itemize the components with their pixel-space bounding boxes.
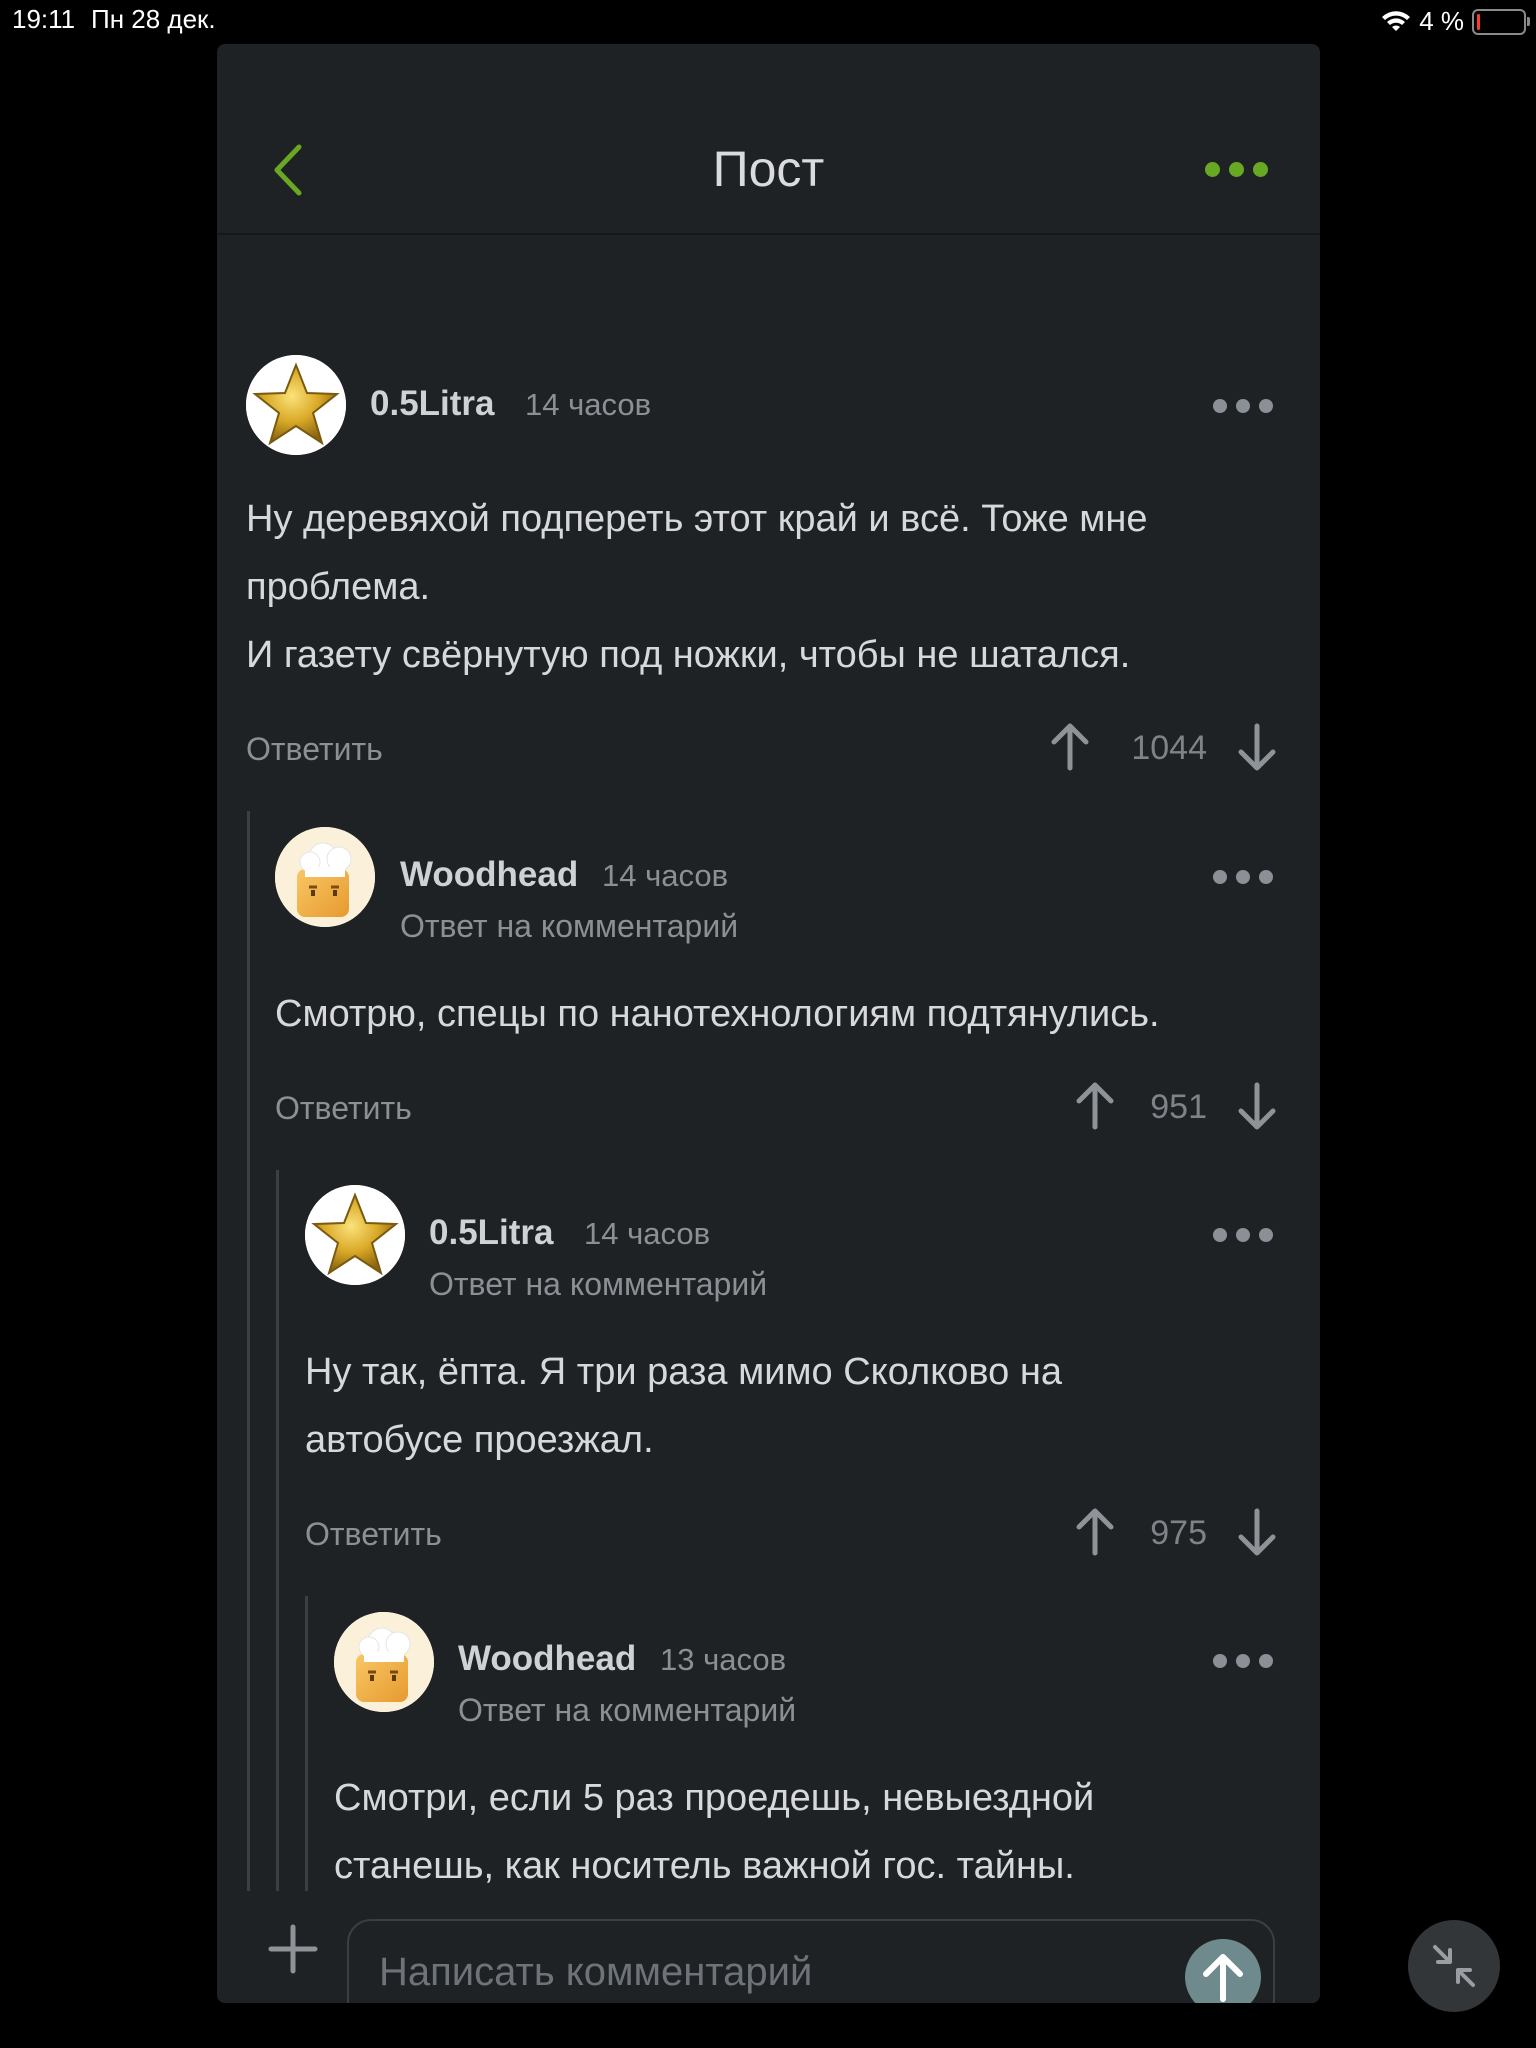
- comment-time: 14 часов: [525, 387, 652, 422]
- minimize-arrows-icon: [1433, 1945, 1475, 1987]
- post-panel: Пост 0.5Litra 14 часов Ну деревяхой подп…: [217, 44, 1320, 2003]
- arrow-up-icon: [1051, 723, 1089, 771]
- battery-percent: 4 %: [1419, 6, 1464, 36]
- minimize-button[interactable]: [1408, 1920, 1500, 2012]
- thread-line-1: [247, 811, 250, 1891]
- chef-avatar-icon: [334, 1612, 434, 1712]
- attach-button[interactable]: [267, 1923, 319, 1980]
- arrow-down-icon: [1238, 1082, 1276, 1130]
- status-bar: 19:11 Пн 28 дек. 4 %: [0, 0, 1536, 40]
- comment-input[interactable]: [377, 1921, 1161, 2003]
- more-options-button[interactable]: [1205, 162, 1268, 177]
- comment-time: 14 часов: [584, 1216, 711, 1251]
- comment-author[interactable]: 0.5Litra: [429, 1213, 554, 1253]
- reply-button[interactable]: Ответить: [275, 1090, 412, 1127]
- arrow-down-icon: [1238, 723, 1276, 771]
- arrow-down-icon: [1238, 1508, 1276, 1556]
- downvote-button[interactable]: [1237, 723, 1277, 778]
- send-button[interactable]: [1185, 1939, 1261, 2003]
- avatar[interactable]: [246, 355, 346, 455]
- arrow-up-icon: [1203, 1954, 1243, 2002]
- vote-score: 951: [1150, 1088, 1207, 1126]
- comment-input-box[interactable]: [347, 1919, 1275, 2003]
- header: Пост: [217, 44, 1320, 235]
- comment-more-button[interactable]: [1213, 399, 1273, 413]
- comment-time: 13 часов: [660, 1642, 787, 1677]
- comment-author[interactable]: Woodhead: [458, 1639, 636, 1679]
- reply-button[interactable]: Ответить: [305, 1516, 442, 1553]
- avatar[interactable]: [305, 1185, 405, 1285]
- downvote-button[interactable]: [1237, 1082, 1277, 1137]
- reply-button[interactable]: Ответить: [246, 731, 383, 768]
- comment-composer: [217, 1891, 1320, 2003]
- thread-line-2: [276, 1170, 279, 1891]
- plus-icon: [268, 1924, 318, 1974]
- wifi-icon: [1382, 10, 1411, 31]
- comment-text: Ну деревяхой подпереть этот край и всё. …: [246, 498, 1148, 676]
- comment-author[interactable]: Woodhead: [400, 855, 578, 895]
- downvote-button[interactable]: [1237, 1508, 1277, 1563]
- comment-text: Ну так, ёпта. Я три раза мимо Сколково н…: [305, 1351, 1062, 1461]
- chef-avatar-icon: [275, 827, 375, 927]
- vote-score: 975: [1150, 1514, 1207, 1552]
- comment-time: 14 часов: [602, 858, 729, 893]
- reply-to-label: Ответ на комментарий: [458, 1692, 797, 1728]
- avatar[interactable]: [275, 827, 375, 927]
- comment-text: Смотри, если 5 раз проедешь, невыездной …: [334, 1777, 1095, 1887]
- comment-more-button[interactable]: [1213, 1654, 1273, 1668]
- star-avatar-icon: [305, 1185, 405, 1285]
- reply-to-label: Ответ на комментарий: [429, 1266, 768, 1302]
- comment-more-button[interactable]: [1213, 1228, 1273, 1242]
- battery-icon: [1472, 8, 1530, 35]
- battery-level: [1477, 13, 1480, 30]
- comment-more-button[interactable]: [1213, 870, 1273, 884]
- vote-score: 1044: [1131, 729, 1207, 767]
- thread-line-3: [305, 1596, 308, 1891]
- avatar[interactable]: [334, 1612, 434, 1712]
- status-right: 4 %: [1381, 6, 1530, 37]
- comment-thread[interactable]: 0.5Litra 14 часов Ну деревяхой подпереть…: [217, 233, 1320, 1891]
- page-title: Пост: [712, 141, 825, 197]
- star-avatar-icon: [246, 355, 346, 455]
- upvote-button[interactable]: [1050, 721, 1090, 776]
- status-date: Пн 28 дек.: [91, 4, 216, 34]
- comment-text: Смотрю, спецы по нанотехнологиям подтяну…: [275, 993, 1160, 1035]
- comment-author[interactable]: 0.5Litra: [370, 384, 495, 424]
- status-time: 19:11: [12, 4, 76, 34]
- reply-to-label: Ответ на комментарий: [400, 908, 739, 944]
